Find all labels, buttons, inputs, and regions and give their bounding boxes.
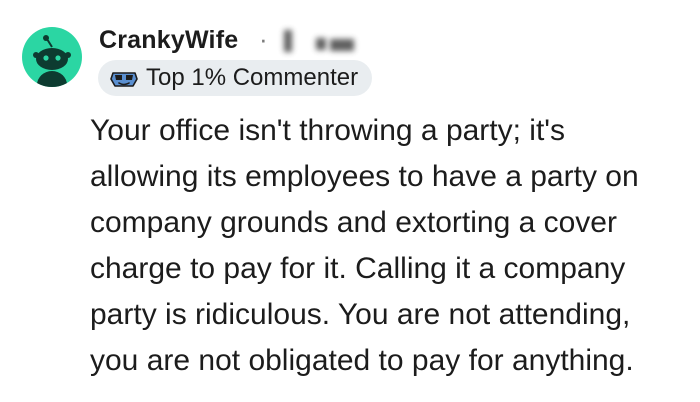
comment-line: Your office isn't throwing a party; it's	[90, 114, 566, 147]
sunglasses-badge-icon	[110, 72, 138, 87]
comment-line: party is ridiculous. You are not attendi…	[90, 298, 631, 331]
comment-line: charge to pay for it. Calling it a compa…	[90, 252, 626, 285]
comment-line: you are not obligated to pay for anythin…	[90, 344, 634, 377]
user-flair-badge: Top 1% Commenter	[98, 60, 373, 96]
comment-line: company grounds and extorting a cover	[90, 206, 617, 239]
comment: CrankyWife · Top 1% Commenter Your offic…	[0, 0, 700, 402]
comment-line: allowing its employees to have a party o…	[90, 160, 639, 193]
user-avatar[interactable]	[22, 27, 82, 87]
timestamp-redacted	[278, 28, 358, 56]
flair-label: Top 1% Commenter	[146, 64, 359, 91]
separator-dot: ·	[259, 24, 268, 54]
username[interactable]: CrankyWife	[99, 26, 238, 55]
comment-body: Your office isn't throwing a party; it's…	[90, 108, 696, 384]
snoo-avatar-icon	[33, 35, 71, 87]
